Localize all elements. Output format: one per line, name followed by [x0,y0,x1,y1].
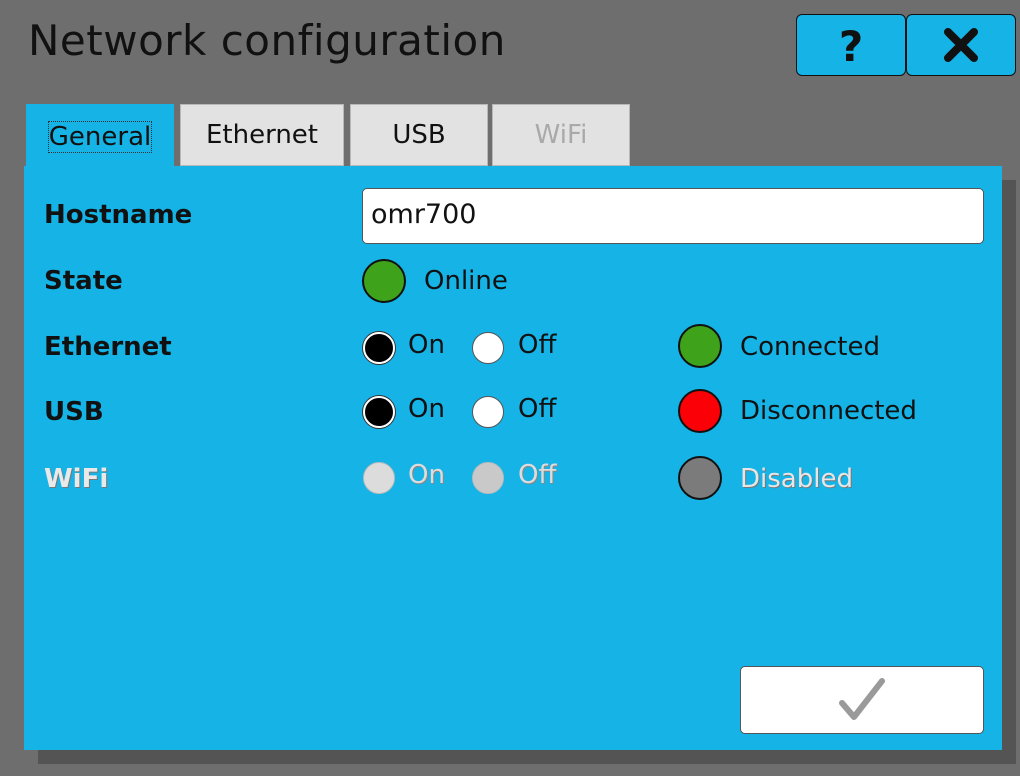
tab-wifi-label: WiFi [534,120,588,150]
state-status-text: Online [424,266,508,296]
ethernet-label: Ethernet [44,332,172,362]
wifi-on-label: On [408,460,445,490]
tab-ethernet[interactable]: Ethernet [180,104,344,166]
tab-usb[interactable]: USB [350,104,488,166]
usb-status-icon [678,389,722,433]
close-button[interactable] [906,14,1016,76]
hostname-label: Hostname [44,200,193,230]
tab-general[interactable]: General [26,104,174,170]
ethernet-off-radio[interactable] [472,332,504,364]
tab-wifi: WiFi [492,104,630,166]
usb-on-radio[interactable] [363,396,395,428]
tab-general-label: General [47,121,153,153]
wifi-off-radio [472,462,504,494]
wifi-on-radio [363,462,395,494]
checkmark-icon [839,678,885,720]
tab-usb-label: USB [392,120,446,150]
usb-on-label: On [408,394,445,424]
close-x-icon [944,28,978,62]
ethernet-status-text: Connected [740,332,881,362]
window-title: Network configuration [28,16,506,65]
usb-label: USB [44,397,104,427]
wifi-status-text: Disabled [740,464,853,494]
ethernet-status-icon [678,324,722,368]
wifi-label: WiFi [44,464,109,494]
usb-off-radio[interactable] [472,396,504,428]
state-indicator-icon [362,259,406,303]
wifi-off-label: Off [518,460,557,490]
hostname-input[interactable]: omr700 [362,188,984,244]
ethernet-off-label: Off [518,330,557,360]
usb-off-label: Off [518,394,557,424]
question-mark-icon: ? [839,23,863,67]
svg-text:?: ? [839,23,863,67]
general-panel [24,166,1002,750]
state-label: State [44,266,123,296]
ethernet-on-label: On [408,330,445,360]
usb-status-text: Disconnected [740,396,917,426]
wifi-status-icon [678,456,722,500]
tab-ethernet-label: Ethernet [206,120,318,150]
help-button[interactable]: ? [796,14,906,76]
confirm-button[interactable] [740,666,984,734]
ethernet-on-radio[interactable] [363,332,395,364]
